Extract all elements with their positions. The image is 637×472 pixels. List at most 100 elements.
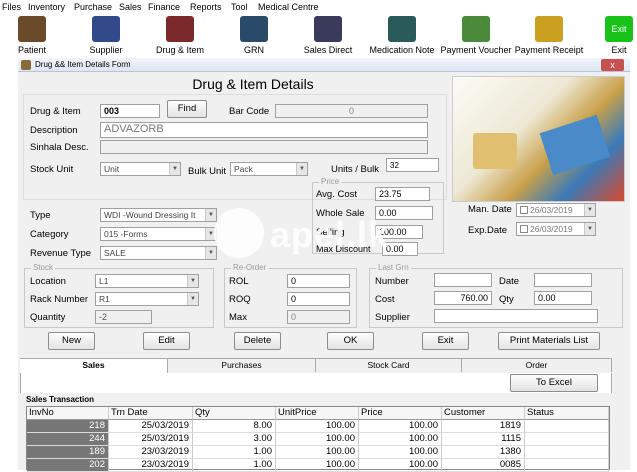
new-button[interactable]: New (48, 332, 95, 350)
toolbar-medication-note[interactable]: Medication Note (366, 14, 438, 58)
column-header[interactable]: Trn Date (109, 407, 193, 420)
grn-date-input[interactable] (534, 273, 592, 287)
toolbar-drug-item[interactable]: Drug & Item (150, 14, 210, 58)
grid-cell[interactable]: 1115 (442, 433, 525, 446)
column-header[interactable]: Status (525, 407, 609, 420)
delete-button[interactable]: Delete (234, 332, 281, 350)
find-button[interactable]: Find (167, 100, 207, 118)
avg-cost-input[interactable]: 23.75 (375, 187, 430, 201)
grid-cell[interactable]: 189 (27, 446, 109, 459)
exp-date-picker[interactable]: 26/03/2019 ▼ (516, 222, 596, 236)
selling-input[interactable]: 100.00 (375, 225, 423, 239)
rol-input[interactable]: 0 (287, 274, 350, 288)
grid-cell[interactable]: 1.00 (193, 446, 276, 459)
menu-reports[interactable]: Reports (190, 2, 222, 12)
payment-voucher-icon (462, 16, 490, 42)
menu-finance[interactable]: Finance (148, 2, 180, 12)
grid-cell[interactable]: 25/03/2019 (109, 433, 193, 446)
grn-qty-input[interactable]: 0.00 (534, 291, 592, 305)
man-date-picker[interactable]: 26/03/2019 ▼ (516, 203, 596, 217)
grid-cell[interactable]: 218 (27, 420, 109, 433)
grid-cell[interactable]: 100.00 (359, 420, 442, 433)
quantity-input[interactable]: -2 (95, 310, 152, 324)
grid-cell[interactable]: 8.00 (193, 420, 276, 433)
grid-cell[interactable] (525, 446, 609, 459)
category-select[interactable]: 015 -Forms ▼ (100, 227, 217, 241)
exp-date-checkbox[interactable] (520, 225, 528, 233)
description-input[interactable]: ADVAZORB (100, 122, 428, 138)
grid-cell[interactable]: 0085 (442, 459, 525, 472)
barcode-label: Bar Code (229, 106, 270, 117)
column-header[interactable]: Price (359, 407, 442, 420)
tab-order[interactable]: Order (462, 358, 612, 372)
grid-cell[interactable]: 23/03/2019 (109, 446, 193, 459)
grid-cell[interactable]: 244 (27, 433, 109, 446)
close-button[interactable]: x (601, 59, 624, 71)
exit-button[interactable]: Exit (422, 332, 469, 350)
grid-cell[interactable]: 3.00 (193, 433, 276, 446)
chevron-down-icon: ▼ (205, 247, 216, 259)
grid-cell[interactable]: 100.00 (359, 433, 442, 446)
grid-cell[interactable] (525, 420, 609, 433)
revenue-type-select[interactable]: SALE ▼ (100, 246, 217, 260)
column-header[interactable]: UnitPrice (276, 407, 359, 420)
grid-cell[interactable]: 100.00 (276, 433, 359, 446)
rack-number-select[interactable]: R1 ▼ (95, 292, 199, 306)
tab-sales[interactable]: Sales (20, 358, 168, 374)
grid-cell[interactable]: 23/03/2019 (109, 459, 193, 472)
max-input[interactable]: 0 (287, 310, 350, 324)
location-select[interactable]: L1 ▼ (95, 274, 199, 288)
type-select[interactable]: WDI -Wound Dressing It ▼ (100, 208, 217, 222)
tab-purchases[interactable]: Purchases (168, 358, 316, 372)
grid-cell[interactable]: 100.00 (276, 446, 359, 459)
menu-inventory[interactable]: Inventory (28, 2, 65, 12)
grn-cost-input[interactable]: 760.00 (434, 291, 492, 305)
print-materials-list-button[interactable]: Print Materials List (498, 332, 600, 350)
menu-files[interactable]: Files (2, 2, 21, 12)
toolbar-grn[interactable]: GRN (236, 14, 272, 58)
window-title-bar: Drug && Item Details Form x (18, 58, 630, 72)
toolbar-supplier[interactable]: Supplier (82, 14, 130, 58)
sinhala-desc-input[interactable] (100, 140, 428, 154)
grid-cell[interactable] (525, 459, 609, 472)
toolbar-sales-direct[interactable]: Sales Direct (300, 14, 356, 58)
grid-cell[interactable]: 25/03/2019 (109, 420, 193, 433)
column-header[interactable]: Customer (442, 407, 525, 420)
grid-cell[interactable]: 202 (27, 459, 109, 472)
toolbar-payment-receipt[interactable]: Payment Receipt (514, 14, 584, 58)
grid-cell[interactable]: 100.00 (359, 459, 442, 472)
man-date-checkbox[interactable] (520, 206, 528, 214)
sales-transaction-grid[interactable]: InvNo Trn Date Qty UnitPrice Price Custo… (26, 406, 610, 472)
toolbar-exit[interactable]: Exit Exit (602, 14, 636, 58)
toolbar-patient[interactable]: Patient (10, 14, 54, 58)
max-discount-input[interactable]: 0.00 (382, 242, 418, 256)
edit-button[interactable]: Edit (143, 332, 190, 350)
grn-number-input[interactable] (434, 273, 492, 287)
tab-stock-card[interactable]: Stock Card (316, 358, 462, 372)
selling-label: Selling (316, 227, 345, 238)
grid-cell[interactable]: 100.00 (359, 446, 442, 459)
barcode-input[interactable]: 0 (275, 104, 428, 118)
whole-sale-input[interactable]: 0.00 (375, 206, 433, 220)
menu-medical-centre[interactable]: Medical Centre (258, 2, 319, 12)
stock-unit-select[interactable]: Unit ▼ (100, 162, 181, 176)
drug-item-input[interactable]: 003 (100, 104, 160, 118)
grid-cell[interactable]: 1.00 (193, 459, 276, 472)
grid-cell[interactable] (525, 433, 609, 446)
column-header[interactable]: Qty (193, 407, 276, 420)
menu-tool[interactable]: Tool (231, 2, 248, 12)
toolbar-payment-voucher[interactable]: Payment Voucher (440, 14, 512, 58)
column-header[interactable]: InvNo (27, 407, 109, 420)
units-bulk-input[interactable]: 32 (386, 158, 439, 172)
roq-input[interactable]: 0 (287, 292, 350, 306)
menu-sales[interactable]: Sales (119, 2, 142, 12)
ok-button[interactable]: OK (327, 332, 374, 350)
grn-supplier-input[interactable] (434, 309, 598, 323)
bulk-unit-select[interactable]: Pack ▼ (230, 162, 308, 176)
grid-cell[interactable]: 1819 (442, 420, 525, 433)
to-excel-button[interactable]: To Excel (510, 374, 598, 392)
grid-cell[interactable]: 100.00 (276, 459, 359, 472)
menu-purchase[interactable]: Purchase (74, 2, 112, 12)
grid-cell[interactable]: 100.00 (276, 420, 359, 433)
grid-cell[interactable]: 1380 (442, 446, 525, 459)
